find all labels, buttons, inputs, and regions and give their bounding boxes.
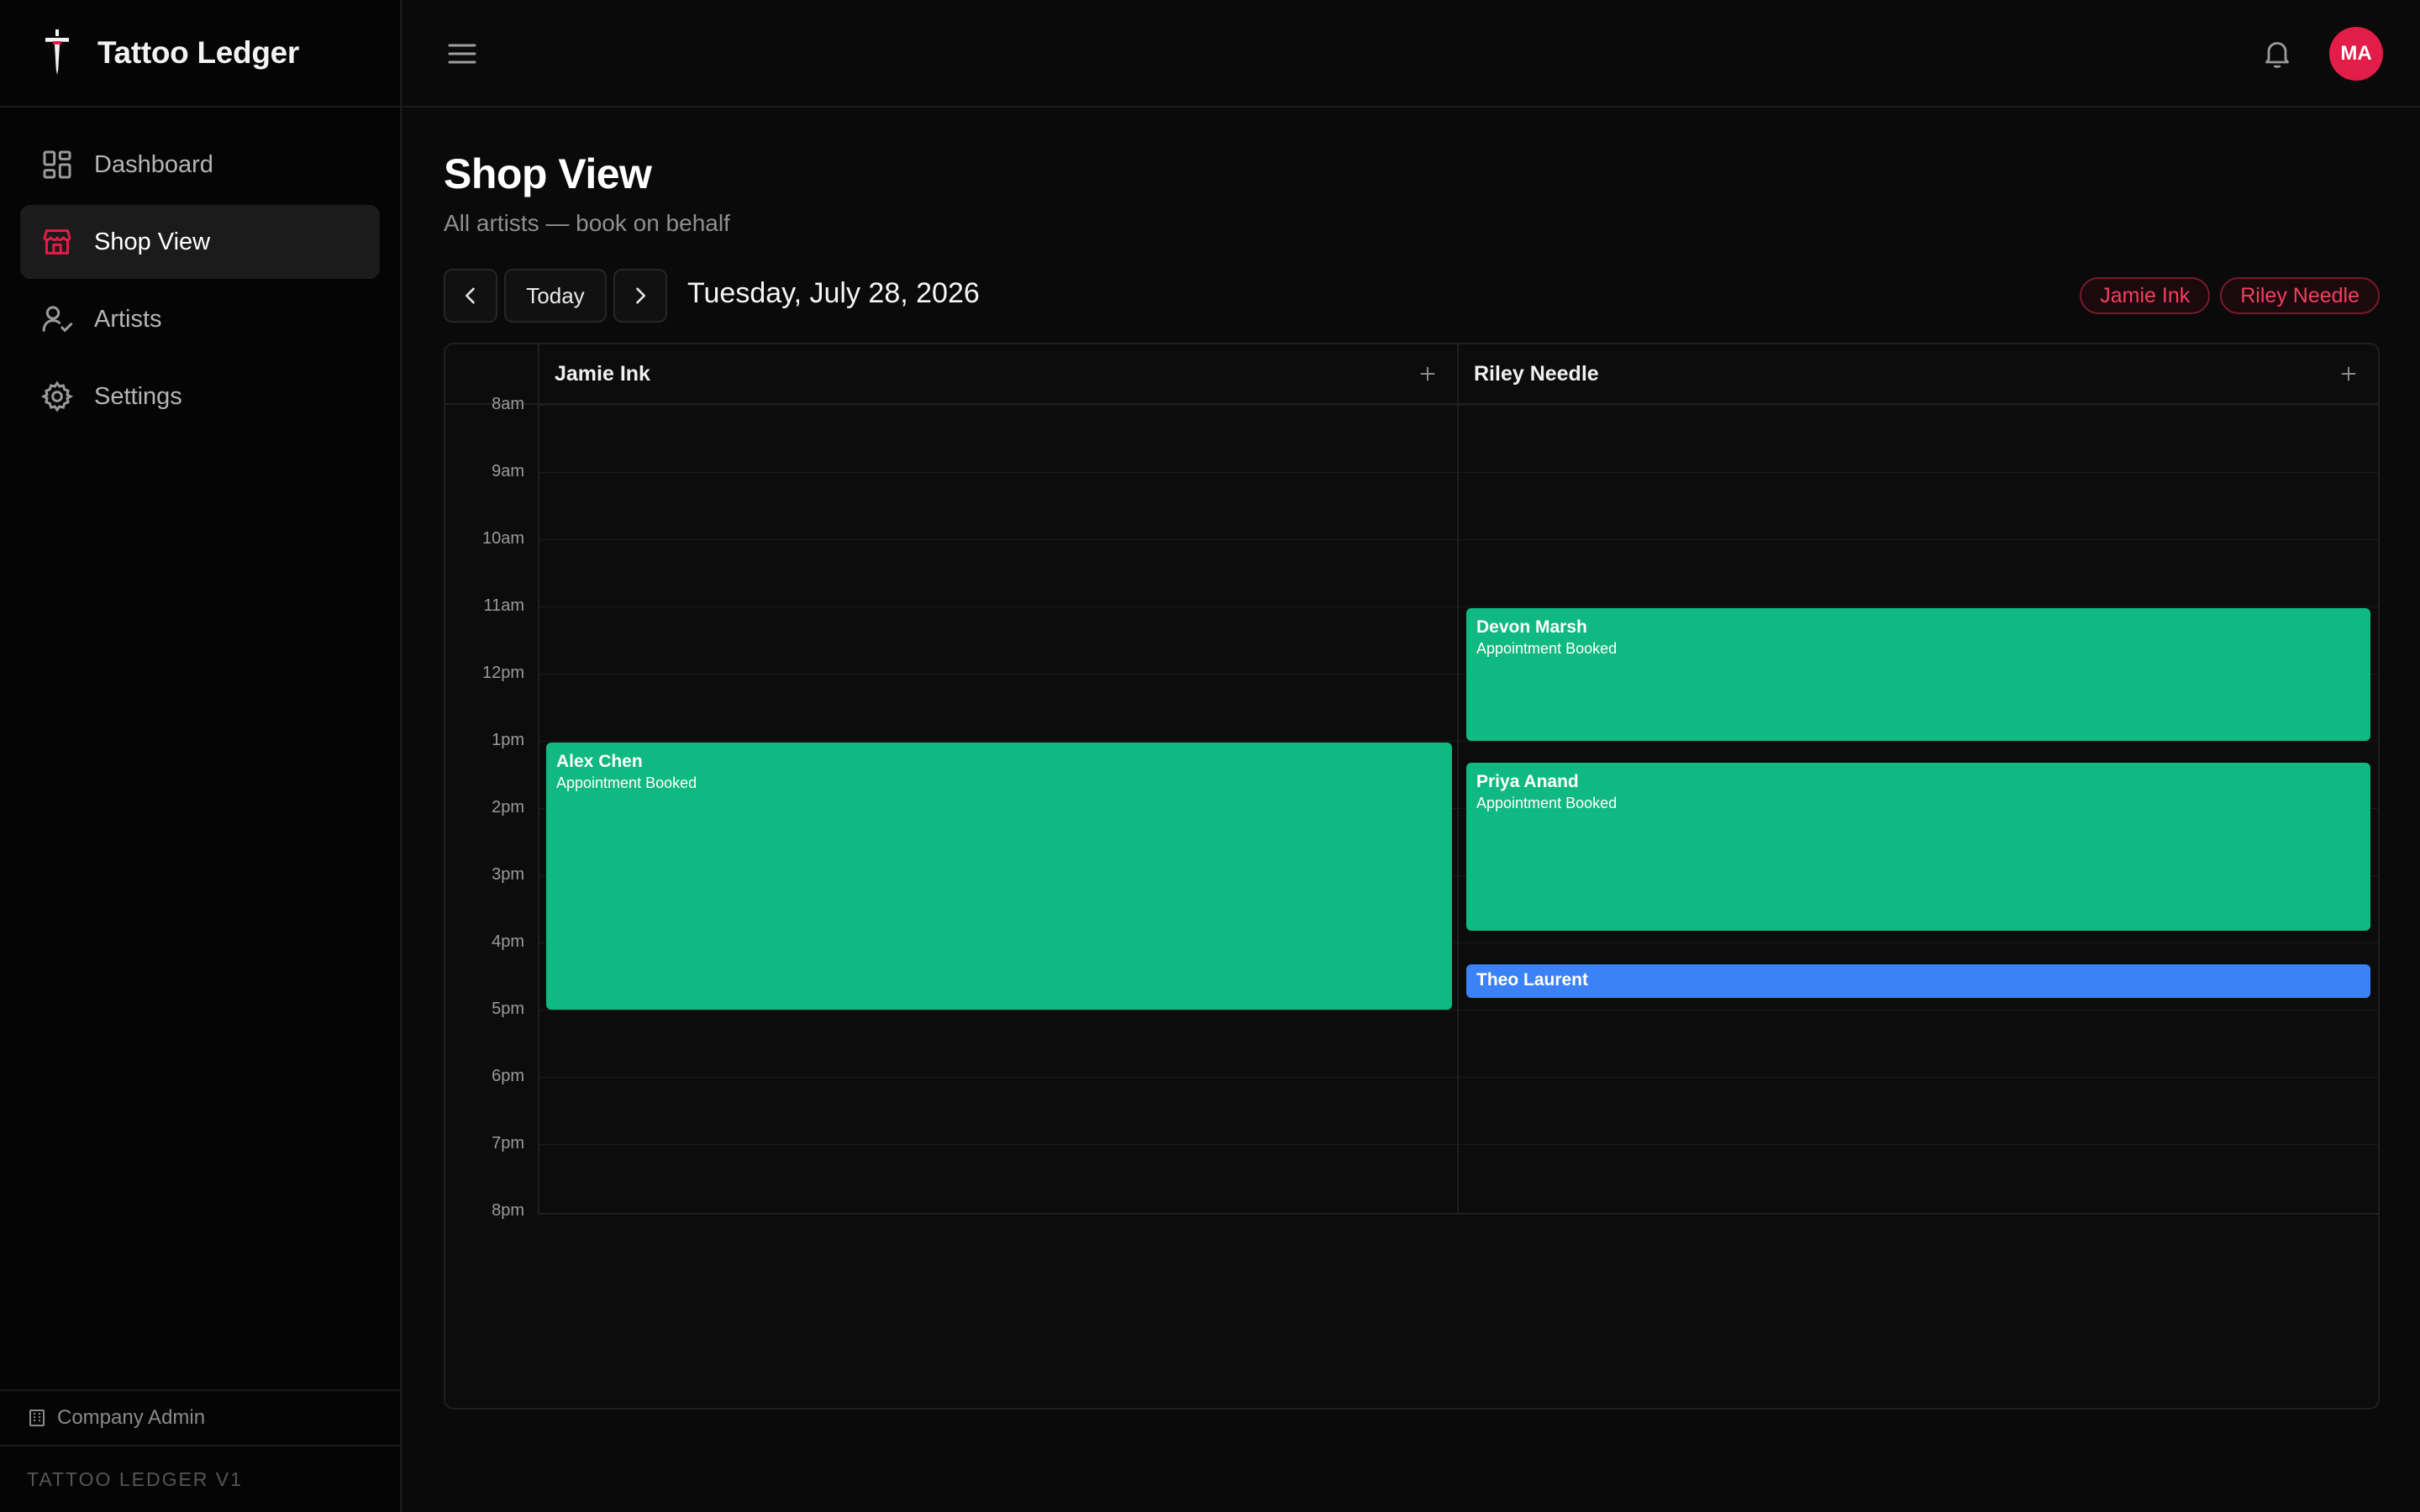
time-grid: 8am 9am 10am 11am 12pm 1pm 2pm 3pm 4pm 5… xyxy=(445,395,2378,1220)
next-day-button[interactable] xyxy=(613,269,667,323)
sidebar-item-label: Artists xyxy=(94,305,162,333)
day-calendar: Jamie Ink Riley Needle 8am 9am 10am 11am… xyxy=(444,343,2380,1410)
time-label: 11am xyxy=(483,596,524,615)
time-label: 1pm xyxy=(492,731,524,749)
sidebar-item-artists[interactable]: Artists xyxy=(20,282,380,356)
add-appointment-icon[interactable] xyxy=(2336,361,2361,386)
sidebar-item-label: Dashboard xyxy=(94,150,213,178)
calendar-toolbar: Today Tuesday, July 28, 2026 Jamie Ink R… xyxy=(444,269,2380,323)
appointment-theo-laurent[interactable]: Theo Laurent xyxy=(1466,964,2370,998)
app-name: Tattoo Ledger xyxy=(97,35,300,70)
column-header-riley-needle: Riley Needle xyxy=(1457,344,2378,403)
appointment-status: Appointment Booked xyxy=(1476,640,1618,657)
gear-icon xyxy=(40,380,74,413)
artist-chip-jamie-ink[interactable]: Jamie Ink xyxy=(2080,277,2211,314)
appointment-client: Theo Laurent xyxy=(1476,970,1589,990)
sidebar-nav: Dashboard Shop View Artists Settings xyxy=(0,108,400,433)
time-label: 7pm xyxy=(492,1134,524,1152)
chevron-left-icon xyxy=(466,287,475,304)
column-riley-needle[interactable] xyxy=(1457,405,1459,1213)
column-header-jamie-ink: Jamie Ink xyxy=(538,344,1457,403)
time-label: 6pm xyxy=(492,1067,524,1085)
appointment-alex-chen[interactable]: Alex Chen Appointment Booked xyxy=(546,743,1452,1010)
appointment-client: Priya Anand xyxy=(1476,772,1579,791)
page-title: Shop View xyxy=(444,150,652,197)
time-label: 5pm xyxy=(492,1000,524,1018)
today-button[interactable]: Today xyxy=(504,269,607,323)
avatar[interactable]: MA xyxy=(2329,27,2383,81)
sidebar-item-shop-view[interactable]: Shop View xyxy=(20,205,380,279)
sidebar: Tattoo Ledger Dashboard Shop View Artist… xyxy=(0,0,402,1512)
add-appointment-icon[interactable] xyxy=(1415,361,1440,386)
main-content: Shop View All artists — book on behalf T… xyxy=(402,108,2420,1512)
time-label: 12pm xyxy=(481,664,524,682)
appointment-client: Devon Marsh xyxy=(1476,617,1587,637)
appointment-priya-anand[interactable]: Priya Anand Appointment Booked xyxy=(1466,763,2370,931)
previous-day-button[interactable] xyxy=(444,269,497,323)
role-indicator: Company Admin xyxy=(0,1389,400,1445)
role-label: Company Admin xyxy=(57,1406,206,1429)
sidebar-item-label: Shop View xyxy=(94,228,211,255)
column-title: Riley Needle xyxy=(1474,361,1599,386)
time-label: 8pm xyxy=(492,1201,524,1220)
version-label: TATTOO LEDGER V1 xyxy=(0,1445,400,1512)
building-icon xyxy=(29,1410,45,1426)
appointment-status: Appointment Booked xyxy=(556,774,697,791)
hamburger-menu-icon[interactable] xyxy=(445,37,479,71)
time-label: 9am xyxy=(492,462,524,480)
time-label: 2pm xyxy=(492,798,524,816)
calendar-header: Jamie Ink Riley Needle xyxy=(445,344,2378,405)
time-label: 8am xyxy=(492,395,524,413)
app-root: Tattoo Ledger Dashboard Shop View Artist… xyxy=(0,0,2420,1512)
brand[interactable]: Tattoo Ledger xyxy=(0,0,400,108)
sidebar-item-settings[interactable]: Settings xyxy=(20,360,380,433)
grid-bottom-line xyxy=(538,1213,2378,1215)
bell-icon[interactable] xyxy=(2260,37,2294,71)
appointment-status: Appointment Booked xyxy=(1476,795,1618,811)
column-jamie-ink[interactable] xyxy=(538,405,539,1213)
current-date: Tuesday, July 28, 2026 xyxy=(687,277,980,309)
column-title: Jamie Ink xyxy=(555,361,650,386)
user-check-icon xyxy=(40,302,74,336)
sidebar-item-label: Settings xyxy=(94,382,182,410)
time-label: 10am xyxy=(481,529,524,548)
dashboard-icon xyxy=(40,148,74,181)
time-label: 4pm xyxy=(492,932,524,951)
artist-filter-chips: Jamie Ink Riley Needle xyxy=(2080,277,2380,314)
artist-chip-riley-needle[interactable]: Riley Needle xyxy=(2220,277,2380,314)
top-bar: MA xyxy=(402,0,2420,108)
appointment-client: Alex Chen xyxy=(556,752,643,771)
tattoo-needle-logo-icon xyxy=(45,29,69,75)
page-subtitle: All artists — book on behalf xyxy=(444,210,730,236)
appointment-devon-marsh[interactable]: Devon Marsh Appointment Booked xyxy=(1466,608,2370,741)
chevron-right-icon xyxy=(636,287,645,304)
time-label: 3pm xyxy=(492,865,524,884)
sidebar-item-dashboard[interactable]: Dashboard xyxy=(20,128,380,202)
store-icon xyxy=(40,225,74,259)
